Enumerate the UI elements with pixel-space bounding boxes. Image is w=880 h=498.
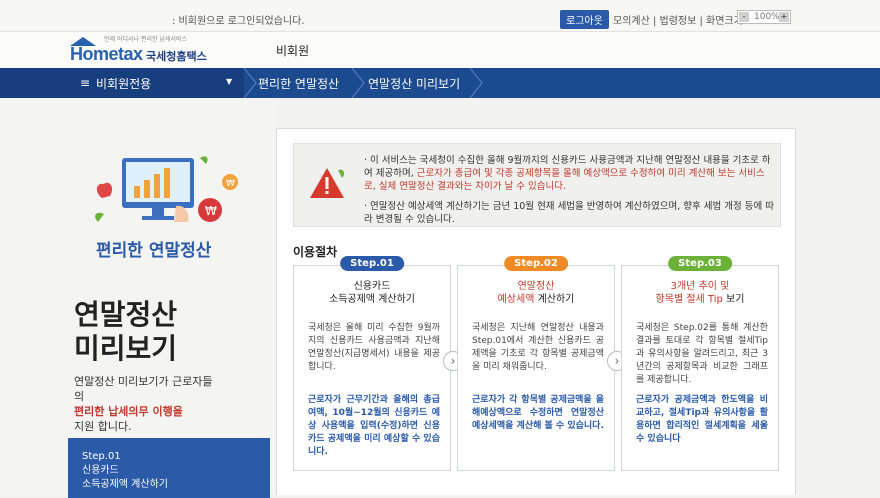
step-title: 신용카드 소득공제액 계산하기: [294, 280, 450, 306]
svg-text:₩: ₩: [205, 204, 217, 218]
breadcrumb-preview[interactable]: 연말정산 미리보기: [368, 75, 460, 92]
desc-text-2: 지원 합니다.: [74, 420, 132, 433]
left-panel: ₩ ₩ 편리한 연말정산 연말정산 미리보기 연말정산 미리보기가 근로자들의 …: [0, 98, 276, 498]
step-badge: Step.03: [668, 256, 732, 271]
page-title: 연말정산 미리보기: [74, 298, 177, 366]
panel-title: 편리한 연말정산: [96, 241, 212, 261]
logo-brand: Hometax: [70, 44, 143, 64]
step-body: 국세청은 올해 미리 수집한 9월까지의 신용카드 사용금액과 지난해 연말정산…: [308, 323, 440, 372]
step-title-line2: 소득공제액 계산하기: [329, 294, 415, 305]
breadcrumb-convenient-settlement[interactable]: 편리한 연말정산: [258, 75, 339, 92]
step-nav-line1: 신용카드: [82, 465, 119, 476]
login-status-text: : 비회원으로 로그인되었습니다.: [172, 16, 305, 27]
step-title-line2: 보기: [722, 294, 745, 305]
step-title-line2: 계산하기: [534, 294, 575, 305]
step-body: 국세청은 Step.02를 통해 계산한 결과를 토대로 각 항목별 절세Tip…: [636, 323, 768, 385]
step-card-1: Step.01 신용카드 소득공제액 계산하기 국세청은 올해 미리 수집한 9…: [293, 256, 451, 471]
caret-down-icon: ▼: [226, 77, 233, 86]
step-title-highlight: 연말정산: [517, 281, 555, 292]
nav-menu-dropdown[interactable]: ≡ 비회원전용 ▼: [0, 68, 244, 98]
member-status-label: 비회원: [276, 44, 310, 58]
step-nav-line2: 소득공제액 계산하기: [82, 479, 168, 490]
zoom-in-button[interactable]: +: [779, 12, 789, 22]
chevron-separator-icon: [244, 68, 257, 98]
page-description: 연말정산 미리보기가 근로자들의 편리한 납세의무 이행을 지원 합니다.: [74, 374, 214, 434]
zoom-value: 100%: [754, 12, 780, 22]
step-title-highlight: 3개년 추이 및: [670, 281, 730, 292]
hamburger-icon: ≡: [80, 76, 91, 90]
utility-links[interactable]: 모의계산 | 법령정보 | 화면크기: [613, 12, 743, 27]
step-nav-label: Step.01: [82, 451, 121, 462]
warning-icon: [310, 168, 345, 198]
step-title-line1: 예상세액: [497, 294, 535, 305]
nav-menu-label: 비회원전용: [96, 77, 152, 91]
step-title: 3개년 추이 및 항목별 절세 Tip 보기: [622, 280, 778, 306]
desc-text-1: 연말정산 미리보기가 근로자들의: [74, 375, 213, 403]
step-title: 연말정산 예상세액 계산하기: [458, 280, 614, 306]
step-title-line1: 신용카드: [353, 281, 391, 292]
section-title: 이용절차: [293, 245, 338, 259]
desc-highlight: 편리한 납세의무 이행을: [74, 405, 183, 418]
chevron-separator-icon: [352, 68, 365, 98]
notice-paragraph-2: · 연말정산 예상세액 계산하기는 금년 10월 현재 세법을 반영하여 계산하…: [364, 201, 775, 225]
step-body: 국세청은 지난해 연말정산 내용과 Step.01에서 계산한 신용카드 공제액…: [472, 323, 604, 372]
logo-brand-kr: 국세청홈택스: [146, 50, 207, 63]
step-body-highlight: 근로자가 근무기간과 올해의 총급여액, 10월~12월의 신용카드 예상 사용…: [308, 395, 440, 457]
step-badge: Step.02: [504, 256, 568, 271]
step-card-2: Step.02 연말정산 예상세액 계산하기 국세청은 지난해 연말정산 내용과…: [457, 256, 615, 471]
notice-red-text: 근로자가 총급여 및 각종 공제항목을 올해 예상액으로 수정하여 미리 계산해…: [364, 168, 765, 192]
logo-tagline: 언제 어디서나 편리한 납세서비스: [104, 36, 188, 43]
notice-box: · 이 서비스는 국세청이 수집한 올해 9월까지의 신용카드 사용금액과 지난…: [293, 143, 781, 227]
page-title-line2: 미리보기: [74, 332, 178, 365]
zoom-control[interactable]: - 100% +: [737, 10, 791, 24]
zoom-out-button[interactable]: -: [739, 12, 749, 22]
chevron-separator-icon: [470, 68, 483, 98]
site-header: 언제 어디서나 편리한 납세서비스 Hometax 국세청홈택스 비회원: [0, 32, 880, 68]
logout-button[interactable]: 로그아웃: [560, 10, 609, 29]
main-navigation: ≡ 비회원전용 ▼ 편리한 연말정산 연말정산 미리보기: [0, 68, 880, 98]
page-title-line1: 연말정산: [74, 298, 178, 331]
step-badge: Step.01: [340, 256, 404, 271]
step-card-3: Step.03 3개년 추이 및 항목별 절세 Tip 보기 국세청은 Step…: [621, 256, 779, 471]
top-utility-bar: : 비회원으로 로그인되었습니다. 로그아웃 모의계산 | 법령정보 | 화면크…: [0, 0, 880, 32]
step-body-highlight: 근로자가 공제금액과 한도액을 비교하고, 절세Tip과 유의사항을 활용하면 …: [636, 395, 768, 444]
step-nav-box[interactable]: Step.01 신용카드 소득공제액 계산하기: [68, 438, 270, 498]
step-body-highlight: 근로자가 각 항목별 공제금액을 올해예상액으로 수정하면 연말정산 예상세액을…: [472, 395, 604, 431]
step-title-line1: 항목별 절세 Tip: [655, 294, 723, 305]
svg-text:₩: ₩: [226, 179, 235, 189]
notice-paragraph-1: · 이 서비스는 국세청이 수집한 올해 9월까지의 신용카드 사용금액과 지난…: [364, 154, 776, 193]
content-card: · 이 서비스는 국세청이 수집한 올해 9월까지의 신용카드 사용금액과 지난…: [276, 128, 796, 495]
